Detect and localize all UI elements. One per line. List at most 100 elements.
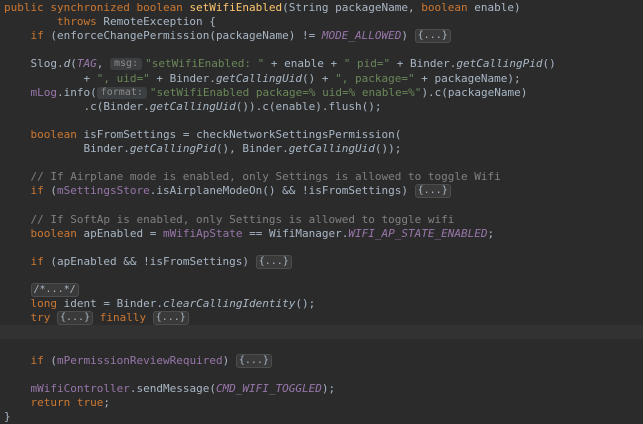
code-token: ident = Binder.: [63, 297, 163, 311]
code-line[interactable]: .c(Binder.getCallingUid()).c(enable).flu…: [0, 100, 643, 114]
code-line[interactable]: if (mSettingsStore.isAirplaneModeOn() &&…: [0, 184, 643, 199]
code-token: mPermissionReviewRequired: [57, 353, 223, 367]
code-token: enable): [474, 1, 521, 14]
code-token: getCallingUid: [215, 71, 303, 85]
code-token: apEnabled =: [83, 226, 163, 240]
code-token: WIFI_AP_STATE_ENABLED: [348, 226, 488, 240]
code-line[interactable]: if (apEnabled && !isFromSettings) {...}: [0, 254, 643, 269]
parameter-hint: msg:: [109, 58, 143, 71]
code-token: ();: [295, 297, 316, 311]
keyword: boolean: [30, 127, 84, 141]
code-token: (apEnabled && !isFromSettings): [50, 254, 256, 268]
code-token: (: [50, 353, 57, 367]
code-token: +: [4, 71, 97, 85]
code-token: () +: [302, 71, 336, 85]
code-token: == WifiManager.: [242, 226, 349, 240]
code-token: ()).c(enable).flush();: [235, 99, 382, 113]
keyword: try: [30, 311, 57, 325]
code-line[interactable]: [0, 241, 643, 255]
code-line[interactable]: throws RemoteException {: [0, 15, 643, 29]
string-literal: ", uid=": [96, 71, 157, 85]
fold-region-toggle[interactable]: {...}: [255, 254, 292, 269]
fold-region-toggle[interactable]: /*...*/: [30, 283, 79, 297]
code-token: + Binder.: [156, 71, 216, 85]
code-line[interactable]: [0, 198, 643, 212]
code-token: RemoteException {: [103, 15, 216, 29]
keyword: public synchronized boolean: [4, 1, 190, 14]
parameter-hint: format:: [96, 86, 147, 99]
code-token: getCallingUid: [149, 99, 236, 113]
code-token: mWifiController: [30, 381, 130, 395]
code-token: + enable +: [270, 57, 344, 71]
code-token: ;: [103, 395, 110, 409]
code-token: CMD_WIFI_TOGGLED: [215, 381, 322, 395]
keyword: boolean: [421, 1, 475, 14]
code-line[interactable]: [0, 368, 643, 382]
code-line[interactable]: [0, 269, 643, 283]
code-line[interactable]: // If SoftAp is enabled, only Settings i…: [0, 213, 643, 227]
keyword: boolean: [30, 226, 84, 240]
code-token: ());: [374, 142, 402, 155]
code-token: .info(: [57, 85, 97, 99]
code-token: getCallingPid: [129, 142, 216, 155]
code-line[interactable]: [0, 325, 643, 339]
code-token: clearCallingIdentity: [162, 297, 296, 311]
code-line[interactable]: Binder.getCallingPid(), Binder.getCallin…: [0, 142, 643, 156]
keyword: finally: [99, 311, 153, 325]
code-line[interactable]: mLog.info(format: "setWifiEnabled package…: [0, 86, 643, 100]
code-line[interactable]: if (mPermissionReviewRequired) {...}: [0, 353, 643, 368]
code-token: mWifiApState: [162, 226, 243, 240]
code-line[interactable]: [0, 43, 643, 57]
code-token: isFromSettings = checkNetworkSettingsPer…: [83, 127, 402, 141]
code-line[interactable]: Slog.d(TAG, msg: "setWifiEnabled: " + ena…: [0, 57, 643, 71]
string-literal: "setWifiEnabled package=% uid=% enable=%…: [149, 85, 422, 99]
code-token: .isAirplaneModeOn() && !isFromSettings): [149, 184, 415, 198]
code-token: ): [222, 353, 236, 367]
code-line[interactable]: [0, 114, 643, 128]
code-line[interactable]: + ", uid=" + Binder.getCallingUid() + ",…: [0, 72, 643, 86]
code-line[interactable]: try {...} finally {...}: [0, 311, 643, 326]
fold-region-toggle[interactable]: {...}: [57, 311, 94, 326]
code-comment: // If Airplane mode is enabled, only Set…: [4, 170, 501, 184]
code-line[interactable]: long ident = Binder.clearCallingIdentity…: [0, 297, 643, 311]
code-token: MODE_ALLOWED: [321, 29, 402, 43]
fold-region-toggle[interactable]: {...}: [414, 29, 451, 44]
code-line[interactable]: mWifiController.sendMessage(CMD_WIFI_TOG…: [0, 382, 643, 396]
code-token: ;: [487, 226, 495, 240]
fold-region-toggle[interactable]: {...}: [152, 311, 189, 326]
code-token: Slog.: [4, 57, 64, 71]
keyword: if: [30, 184, 51, 198]
string-literal: "setWifiEnabled: ": [145, 57, 271, 71]
code-token: getCallingUid: [288, 142, 375, 155]
code-line[interactable]: }: [0, 410, 643, 424]
code-token: + Binder.: [396, 57, 457, 71]
code-token: ,: [96, 57, 110, 71]
code-line[interactable]: [0, 156, 643, 170]
code-editor[interactable]: public synchronized boolean setWifiEnabl…: [0, 0, 643, 423]
code-token: (enforceChangePermission(packageName) !=: [50, 29, 322, 43]
code-line[interactable]: // If Airplane mode is enabled, only Set…: [0, 170, 643, 184]
code-line[interactable]: boolean apEnabled = mWifiApState == Wifi…: [0, 227, 643, 241]
code-line[interactable]: boolean isFromSettings = checkNetworkSet…: [0, 128, 643, 142]
keyword: if: [30, 29, 51, 43]
code-line[interactable]: [0, 339, 643, 353]
code-line[interactable]: return true;: [0, 396, 643, 410]
code-token: ).c(packageName): [421, 85, 528, 99]
code-line[interactable]: if (enforceChangePermission(packageName)…: [0, 29, 643, 44]
fold-region-toggle[interactable]: {...}: [414, 184, 451, 199]
code-token: .c(Binder.: [4, 99, 150, 113]
fold-region-toggle[interactable]: {...}: [235, 353, 272, 368]
code-line[interactable]: public synchronized boolean setWifiEnabl…: [0, 1, 643, 15]
code-token: mSettingsStore: [57, 184, 150, 198]
code-line[interactable]: /*...*/: [0, 283, 643, 297]
code-token: .sendMessage(: [129, 381, 216, 395]
string-literal: ", package=": [335, 71, 422, 85]
